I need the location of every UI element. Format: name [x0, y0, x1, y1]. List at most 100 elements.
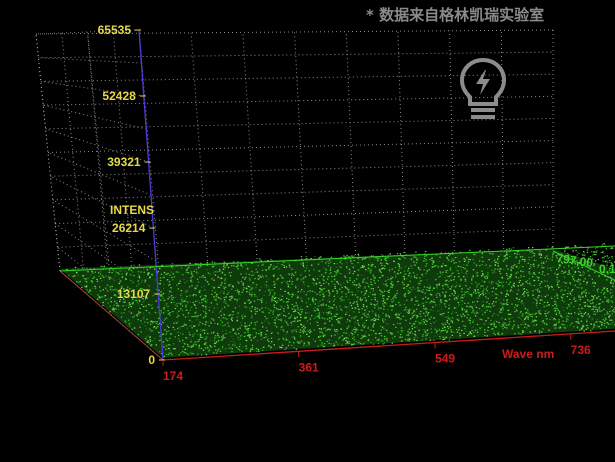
surface-point: [286, 266, 287, 267]
surface-point: [102, 305, 103, 306]
surface-point: [537, 267, 538, 268]
surface-point: [482, 314, 483, 315]
surface-point: [158, 271, 159, 272]
surface-point: [260, 277, 261, 278]
surface-point: [514, 253, 515, 254]
surface-point: [240, 294, 241, 295]
surface-point: [440, 271, 441, 272]
surface-point: [529, 315, 530, 316]
surface-point: [595, 260, 596, 261]
surface-point: [193, 276, 194, 277]
surface-point: [534, 331, 535, 332]
surface-point: [592, 279, 593, 280]
surface-point: [230, 284, 231, 285]
surface-point: [163, 334, 164, 335]
surface-point: [567, 274, 568, 275]
surface-point: [265, 334, 266, 335]
surface-point: [199, 290, 200, 291]
surface-point: [401, 331, 402, 332]
surface-point: [395, 276, 396, 277]
surface-point: [138, 284, 139, 285]
surface-point: [394, 294, 395, 295]
surface-point: [476, 329, 477, 330]
surface-point: [530, 274, 531, 275]
surface-point: [247, 300, 248, 301]
surface-point: [423, 321, 424, 322]
surface-point: [536, 305, 537, 306]
surface-point: [472, 327, 473, 328]
surface-point: [314, 310, 315, 311]
surface-point: [300, 329, 301, 330]
surface-point: [601, 324, 602, 325]
surface-point: [490, 306, 491, 307]
surface-point: [413, 315, 414, 316]
surface-point: [506, 254, 507, 255]
surface-point: [364, 323, 365, 324]
surface-point: [424, 309, 425, 310]
surface-point: [528, 257, 529, 258]
surface-point: [559, 311, 560, 312]
surface-point: [163, 308, 164, 309]
surface-point: [516, 254, 517, 255]
surface-point: [586, 292, 587, 293]
surface-point: [378, 343, 379, 344]
surface-point: [407, 340, 408, 341]
surface-point: [262, 350, 263, 351]
surface-point: [101, 280, 102, 281]
surface-point: [527, 296, 528, 297]
surface-point: [429, 285, 430, 286]
surface-point: [392, 298, 393, 299]
surface-point: [606, 248, 607, 249]
surface-point: [303, 332, 304, 333]
surface-point: [360, 298, 361, 299]
surface-point: [221, 273, 222, 274]
surface-point: [170, 353, 171, 354]
surface-point: [236, 266, 237, 267]
surface-point: [556, 294, 557, 295]
surface-point: [225, 278, 226, 279]
surface-point: [508, 284, 509, 285]
surface-point: [165, 349, 166, 350]
surface-point: [498, 256, 499, 257]
surface-point: [433, 322, 434, 323]
surface-point: [379, 290, 380, 291]
surface-point: [559, 321, 560, 322]
surface-point: [477, 332, 478, 333]
surface-point: [334, 295, 335, 296]
surface-point: [167, 273, 168, 274]
surface-point: [352, 316, 353, 317]
surface-point: [182, 340, 183, 341]
surface-point: [211, 294, 212, 295]
surface-point: [300, 341, 301, 342]
surface-point: [463, 264, 464, 265]
surface-point: [479, 295, 480, 296]
lightbulb-icon[interactable]: [456, 56, 510, 122]
surface-point: [596, 298, 597, 299]
surface-point: [266, 318, 267, 319]
surface-point: [483, 301, 484, 302]
surface-point: [560, 314, 561, 315]
surface-point: [505, 327, 506, 328]
surface-point: [355, 294, 356, 295]
surface-point: [213, 272, 214, 273]
surface-point: [231, 319, 232, 320]
surface-point: [166, 333, 167, 334]
surface-point: [185, 298, 186, 299]
surface-point: [272, 317, 273, 318]
surface-point: [296, 302, 297, 303]
surface-point: [266, 276, 267, 277]
surface-point: [361, 291, 362, 292]
surface-point: [552, 254, 553, 255]
surface-point: [363, 267, 364, 268]
surface-point: [226, 319, 227, 320]
surface-point: [181, 326, 182, 327]
surface-point: [512, 291, 513, 292]
surface-point: [231, 351, 232, 352]
surface-point: [488, 281, 489, 282]
surface-point: [77, 274, 78, 275]
surface-point: [591, 251, 592, 252]
surface-point: [329, 292, 330, 293]
surface-point: [538, 250, 539, 251]
surface-point: [235, 307, 236, 308]
surface-point: [444, 322, 445, 323]
